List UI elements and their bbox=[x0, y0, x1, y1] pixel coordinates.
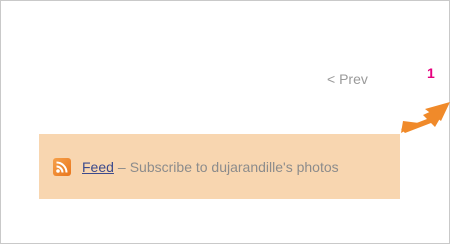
feed-separator: – bbox=[117, 158, 126, 175]
feed-link[interactable]: Feed bbox=[82, 159, 114, 175]
rss-feed-icon[interactable] bbox=[53, 157, 71, 176]
feed-description: Subscribe to dujarandille's photos bbox=[129, 158, 339, 175]
feed-subscribe-box: Feed – Subscribe to dujarandille's photo… bbox=[39, 134, 400, 199]
page-frame: < Prev 1 Feed – Subscribe to dujarandill… bbox=[0, 0, 450, 244]
callout-number: 1 bbox=[427, 65, 435, 81]
prev-page-link[interactable]: < Prev bbox=[327, 71, 368, 87]
callout-arrow-icon bbox=[401, 102, 450, 133]
